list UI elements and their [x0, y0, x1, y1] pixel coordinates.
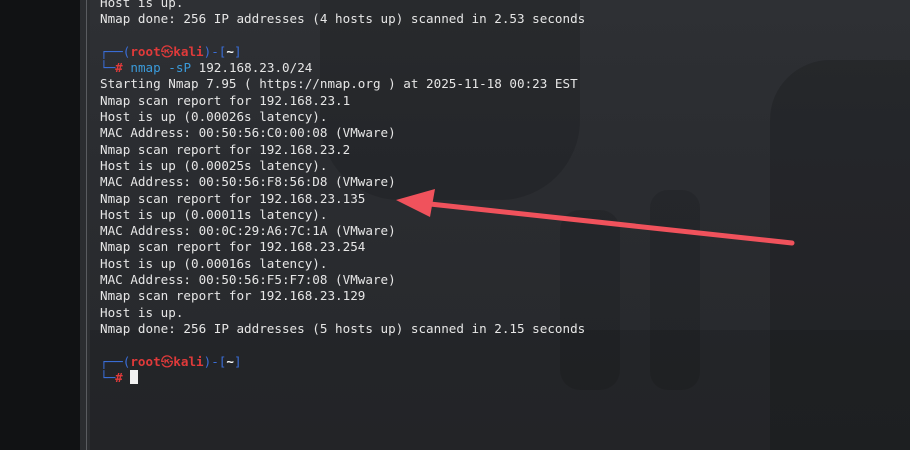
arrow-head [396, 189, 435, 217]
panel-divider [86, 0, 87, 450]
arrow-shaft [427, 201, 795, 246]
terminal-window[interactable]: Host is up. Nmap done: 256 IP addresses … [90, 0, 910, 450]
red-arrow-icon [396, 189, 795, 246]
left-side-panel [0, 0, 80, 450]
